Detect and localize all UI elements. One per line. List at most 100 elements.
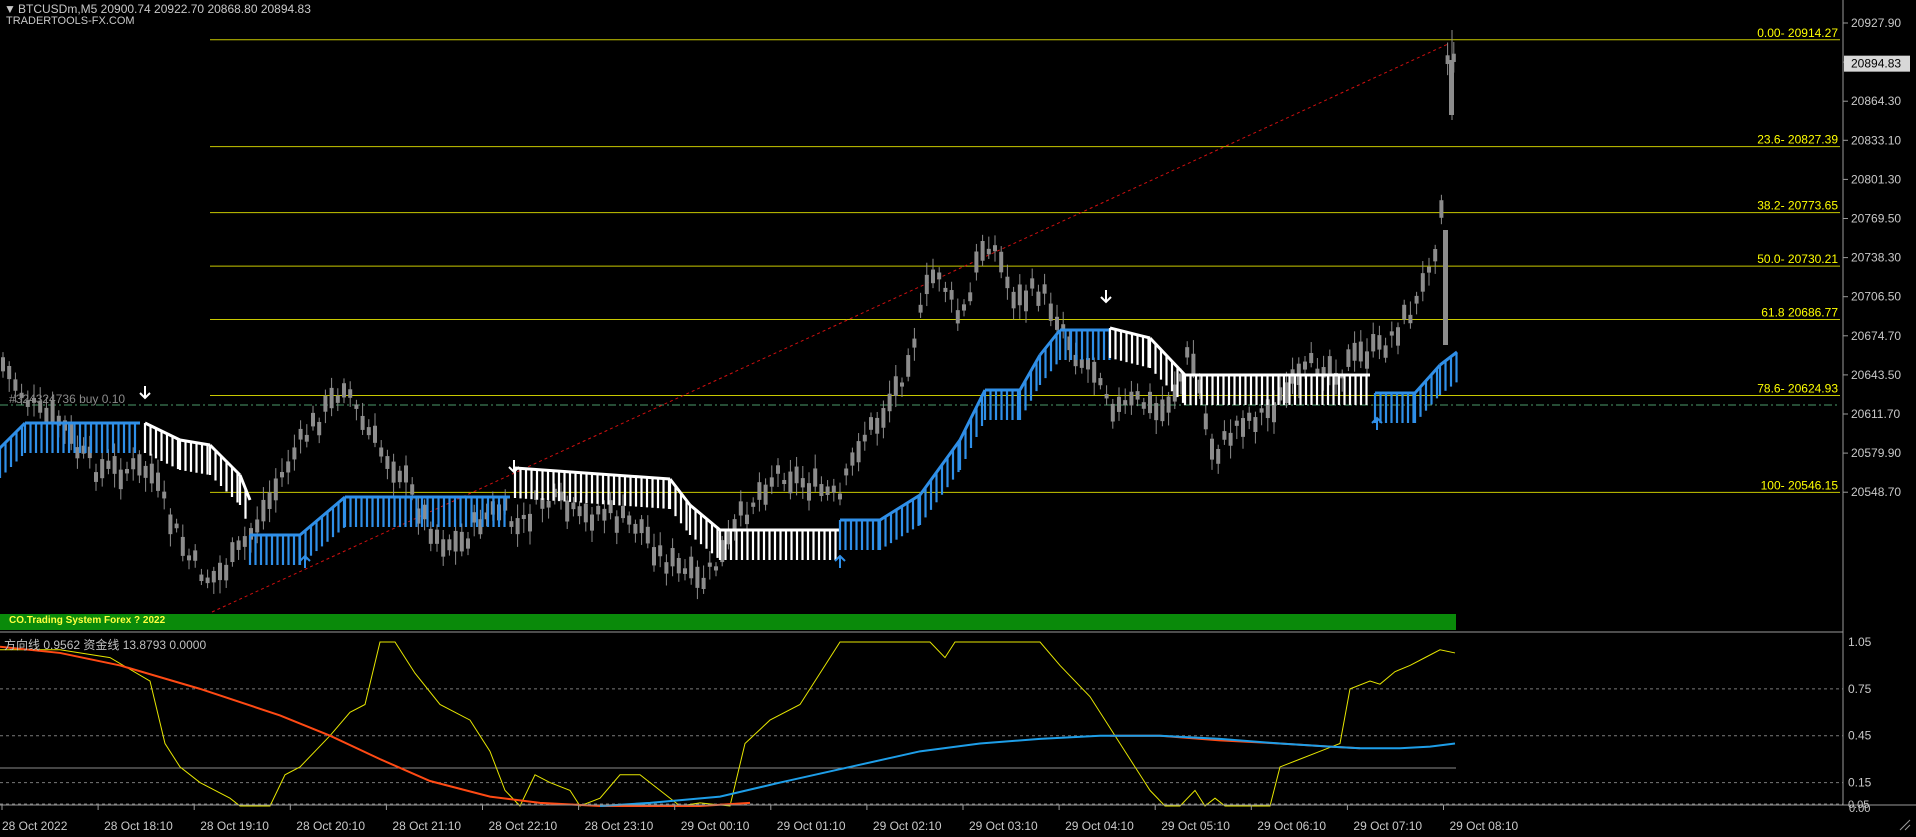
candle-body [261, 499, 266, 522]
candle-body [1055, 316, 1059, 330]
candle-body [112, 456, 117, 474]
candle-body [255, 519, 260, 533]
candle-body [1203, 413, 1208, 430]
time-axis-label: 29 Oct 05:10 [1161, 819, 1230, 833]
time-axis-label: 29 Oct 02:10 [873, 819, 942, 833]
candle-body [1104, 393, 1109, 399]
time-axis-label: 28 Oct 2022 [2, 819, 68, 833]
candle-body [149, 463, 154, 484]
osc-blue-line [599, 734, 1456, 807]
chart-menu-icon[interactable]: ▼ [4, 2, 16, 16]
candle-body [329, 387, 334, 409]
candle-body [180, 536, 185, 556]
candle-body [1352, 342, 1357, 361]
candle-body [980, 240, 985, 261]
candle-body [1439, 200, 1444, 218]
candle-body [1, 357, 5, 372]
candle-body [577, 506, 582, 517]
candle-body [900, 382, 904, 387]
fib-trendline [211, 43, 1449, 613]
candle-body [335, 395, 340, 403]
candle-body [422, 504, 427, 520]
candle-body [211, 570, 216, 583]
candle-body [813, 468, 818, 487]
time-axis-label: 28 Oct 19:10 [200, 819, 269, 833]
candle-body [94, 472, 98, 482]
candle-body [1315, 368, 1320, 374]
candle-body [1048, 303, 1053, 321]
candle-body [639, 519, 644, 534]
candle-body [763, 484, 768, 505]
candle-body [366, 427, 371, 436]
position-label[interactable]: #324324736 buy 0.10 [9, 392, 125, 406]
oscillator-layer [0, 641, 1456, 807]
candle-body [726, 530, 731, 545]
candle-body [75, 447, 80, 459]
candle-body [800, 478, 805, 488]
price-axis-label: 20611.70 [1851, 407, 1900, 421]
candle-body [1443, 230, 1448, 345]
time-axis-label: 29 Oct 00:10 [681, 819, 750, 833]
candle-body [1253, 417, 1258, 432]
candle-body [1098, 378, 1103, 386]
candle-body [292, 447, 297, 460]
time-axis-label: 28 Oct 18:10 [104, 819, 173, 833]
candle-body [1259, 408, 1264, 413]
candle-body [571, 502, 576, 510]
price-axis-label: 20927.90 [1851, 16, 1901, 30]
candle-body [670, 548, 675, 567]
candle-body [224, 564, 229, 581]
candle-body [1228, 432, 1233, 446]
fib-level-label: 78.6- 20624.93 [1757, 382, 1838, 396]
candle-body [875, 417, 880, 434]
candle-body [1166, 396, 1171, 413]
chart-canvas[interactable]: 0.00- 20914.27 23.6- 20827.39 38.2- 20773.… [0, 0, 1916, 837]
candle-body [1135, 391, 1140, 400]
candle-body [1327, 356, 1332, 376]
candle-body [819, 484, 824, 496]
candle-body [1024, 290, 1028, 312]
candlestick-series [1, 30, 1456, 600]
candle-body [187, 555, 191, 561]
candle-body [1420, 273, 1425, 292]
candle-body [707, 562, 712, 567]
candle-body [887, 393, 892, 412]
candle-body [614, 516, 619, 533]
candle-body [1110, 403, 1115, 422]
candle-body [1427, 266, 1431, 273]
down-arrow-icon [508, 460, 520, 474]
candle-body [1042, 284, 1047, 294]
price-axis-label: 20769.50 [1851, 212, 1901, 226]
candle-body [999, 251, 1004, 273]
candle-body [199, 574, 204, 582]
candle-body [156, 472, 160, 491]
candle-body [590, 514, 594, 531]
candle-body [974, 251, 979, 273]
candle-body [838, 493, 842, 500]
osc-axis-label: 0.15 [1848, 776, 1872, 790]
candle-body [280, 472, 284, 478]
time-axis-label: 28 Oct 21:10 [392, 819, 461, 833]
candle-body [912, 338, 917, 348]
price-axis-label: 20738.30 [1851, 251, 1901, 265]
time-axis-label: 29 Oct 03:10 [969, 819, 1038, 833]
time-axis-label: 29 Oct 01:10 [777, 819, 846, 833]
candle-body [174, 523, 179, 529]
candle-body [509, 521, 514, 527]
candle-body [782, 479, 787, 485]
osc-axis-label: 1.05 [1848, 635, 1872, 649]
candle-body [236, 540, 241, 550]
candle-body [385, 456, 390, 469]
candle-body [825, 486, 830, 495]
candle-body [1017, 284, 1022, 306]
candle-body [652, 547, 656, 566]
candle-body [745, 514, 749, 525]
candle-body [1117, 396, 1121, 412]
candle-body [1389, 331, 1394, 336]
candle-body [404, 465, 408, 483]
candle-body [943, 287, 948, 292]
candle-body [583, 503, 588, 523]
time-axis-label: 28 Oct 22:10 [489, 819, 558, 833]
resize-grip-icon [1899, 819, 1911, 831]
down-arrow-icon [1100, 290, 1112, 304]
